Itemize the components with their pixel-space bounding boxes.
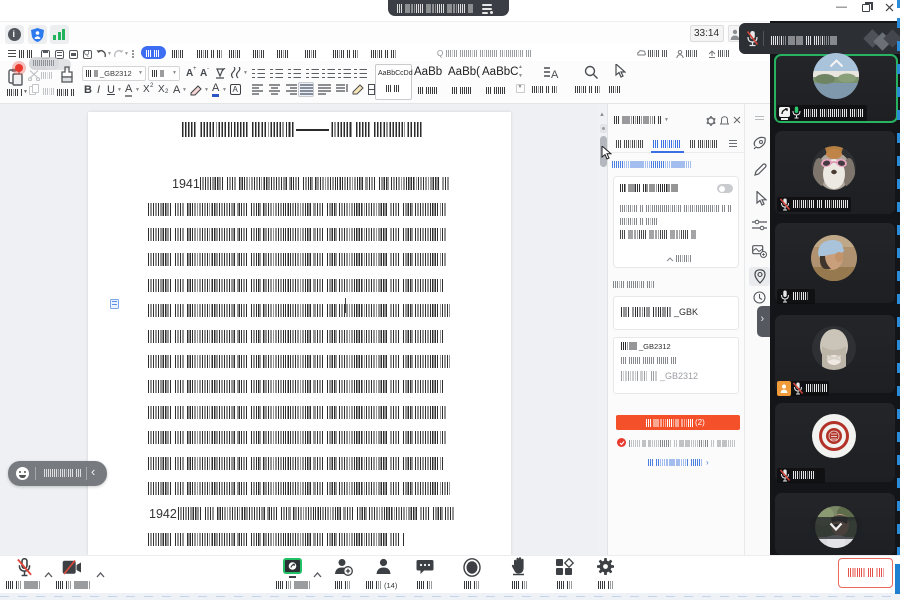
svg-text:A: A xyxy=(551,69,559,80)
